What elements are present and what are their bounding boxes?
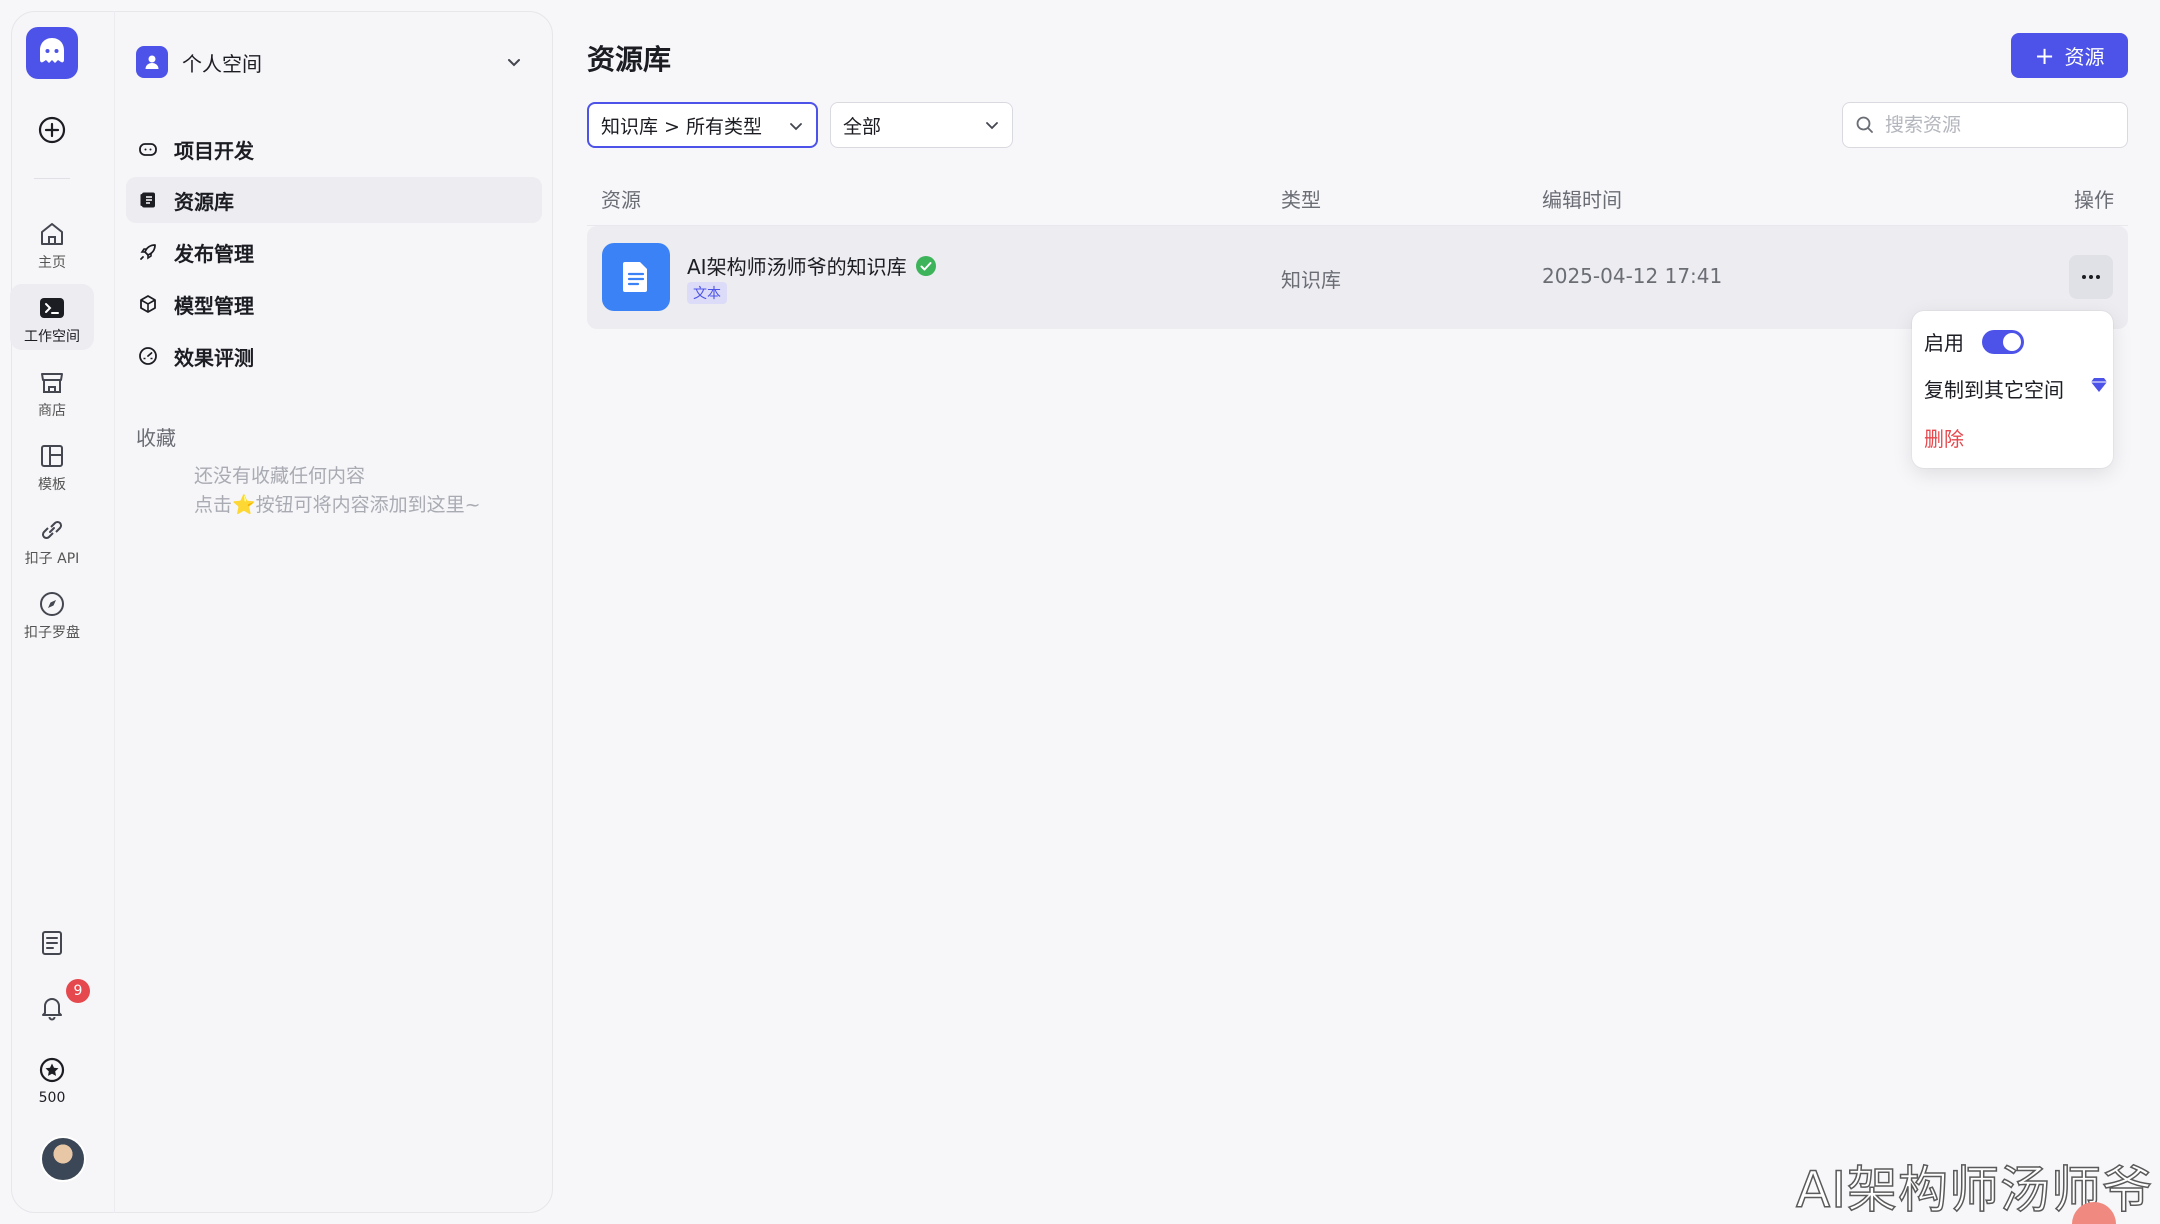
document-icon	[602, 243, 670, 311]
home-icon	[41, 223, 63, 245]
notification-badge: 9	[66, 979, 90, 1003]
column-header-type: 类型	[1281, 188, 1321, 212]
rail-item-compass[interactable]: 扣子罗盘	[10, 580, 94, 646]
rocket-icon	[136, 240, 160, 264]
add-resource-button[interactable]: + 资源	[2011, 33, 2128, 78]
verified-check-icon	[915, 255, 936, 276]
add-resource-label: 资源	[2064, 45, 2105, 69]
scope-filter-value: 全部	[843, 115, 882, 138]
actions-dropdown-menu: 启用 复制到其它空间 删除	[1912, 311, 2113, 468]
rail-item-label: 商店	[38, 403, 66, 419]
resource-tag: 文本	[687, 282, 727, 304]
plus-circle-icon	[38, 116, 66, 144]
nav-item-publish[interactable]: 发布管理	[126, 229, 542, 275]
column-header-resource: 资源	[601, 188, 641, 212]
avatar[interactable]	[40, 1136, 86, 1182]
mascot-logo-icon	[40, 38, 64, 63]
page-title: 资源库	[587, 43, 672, 76]
menu-item-copy-to-space[interactable]: 复制到其它空间	[1924, 374, 2064, 403]
space-selector[interactable]: 个人空间	[136, 44, 536, 80]
search-input[interactable]	[1885, 114, 2115, 136]
nav-item-projects[interactable]: 项目开发	[126, 126, 542, 172]
favorites-title: 收藏	[136, 426, 176, 450]
document-icon	[42, 931, 62, 955]
plus-icon: +	[2034, 41, 2055, 70]
chevron-down-icon	[790, 123, 802, 131]
table-row[interactable]: AI架构师汤师爷的知识库 文本 知识库 2025-04-12 17:41	[587, 226, 2128, 329]
notifications-button[interactable]	[34, 989, 70, 1025]
cube-icon	[136, 292, 160, 316]
column-header-edited: 编辑时间	[1542, 188, 1622, 212]
nav-item-library[interactable]: 资源库	[126, 177, 542, 223]
search-box[interactable]	[1842, 102, 2128, 148]
store-icon	[41, 373, 63, 393]
nav-item-label: 项目开发	[174, 138, 254, 163]
search-icon	[1856, 116, 1873, 133]
user-icon	[136, 46, 168, 78]
more-actions-button[interactable]	[2069, 255, 2113, 299]
template-icon	[41, 445, 63, 467]
space-name: 个人空间	[182, 51, 262, 76]
rail-item-templates[interactable]: 模板	[10, 432, 94, 498]
menu-item-label: 删除	[1924, 427, 1964, 451]
rail-item-label: 工作空间	[24, 329, 80, 345]
more-horizontal-icon	[2082, 275, 2100, 279]
rail-item-label: 扣子 API	[24, 551, 80, 567]
resource-type: 知识库	[1281, 268, 1341, 292]
nav-item-label: 效果评测	[174, 345, 254, 370]
resource-name: AI架构师汤师爷的知识库	[687, 251, 937, 280]
credits-button[interactable]	[34, 1052, 70, 1088]
resource-edited-time: 2025-04-12 17:41	[1542, 264, 1723, 288]
rail-item-workspace[interactable]: 工作空间	[10, 284, 94, 350]
library-icon	[136, 188, 160, 212]
menu-item-enable: 启用	[1924, 327, 2024, 356]
enable-toggle[interactable]	[1982, 329, 2024, 354]
rail-item-store[interactable]: 商店	[10, 358, 94, 424]
favorites-empty-line: 还没有收藏任何内容	[194, 465, 366, 487]
premium-gem-icon	[2091, 378, 2107, 392]
star-coin-icon	[39, 1057, 65, 1083]
nav-item-label: 模型管理	[174, 293, 254, 318]
gamepad-icon	[136, 137, 160, 161]
menu-item-delete[interactable]: 删除	[1924, 423, 1964, 452]
rail-item-label: 扣子罗盘	[24, 625, 80, 641]
link-icon	[41, 520, 63, 540]
favorites-empty-text: 还没有收藏任何内容 点击⭐按钮可将内容添加到这里~	[194, 462, 481, 520]
gauge-icon	[136, 344, 160, 368]
nav-item-evaluation[interactable]: 效果评测	[126, 333, 542, 379]
docs-button[interactable]	[34, 925, 70, 961]
favorites-empty-line: 点击⭐按钮可将内容添加到这里~	[194, 494, 481, 516]
nav-item-label: 发布管理	[174, 241, 254, 266]
menu-item-label: 启用	[1924, 331, 1964, 355]
type-filter-value: 知识库 > 所有类型	[601, 115, 762, 138]
credits-count: 500	[38, 1090, 66, 1106]
scope-filter-select[interactable]: 全部	[830, 102, 1013, 148]
chevron-down-icon	[508, 59, 520, 67]
type-filter-select[interactable]: 知识库 > 所有类型	[587, 102, 818, 148]
nav-item-label: 资源库	[174, 189, 234, 214]
column-header-actions: 操作	[2074, 188, 2114, 212]
rail-divider	[34, 178, 70, 179]
menu-item-label: 复制到其它空间	[1924, 378, 2064, 402]
app-logo[interactable]	[26, 27, 78, 79]
bell-icon	[42, 998, 62, 1021]
rail-item-label: 模板	[38, 477, 66, 493]
rail-item-home[interactable]: 主页	[10, 210, 94, 276]
rail-item-api[interactable]: 扣子 API	[10, 506, 94, 572]
terminal-icon	[40, 298, 64, 318]
rail-item-label: 主页	[38, 255, 66, 271]
chevron-down-icon	[986, 122, 998, 130]
compass-icon	[40, 592, 64, 616]
create-button[interactable]	[34, 112, 70, 148]
nav-item-models[interactable]: 模型管理	[126, 281, 542, 327]
resource-name-text: AI架构师汤师爷的知识库	[687, 255, 907, 279]
